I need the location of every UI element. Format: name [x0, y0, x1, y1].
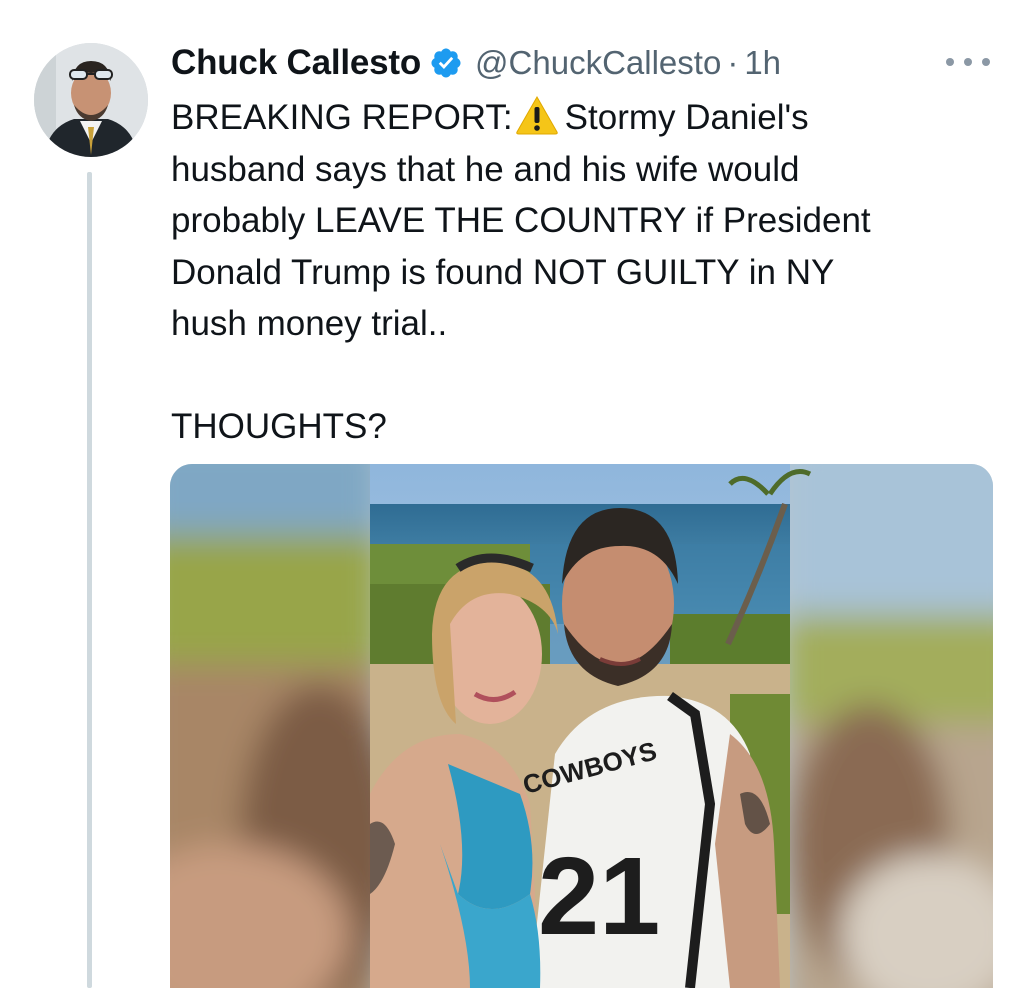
thread-line — [87, 172, 92, 988]
more-dot — [982, 58, 990, 66]
more-options-icon[interactable] — [946, 52, 990, 72]
jersey-number: 21 — [538, 835, 660, 958]
blurred-right-panel — [785, 464, 993, 988]
tweet-line-5: hush money trial.. — [171, 304, 448, 343]
tweet-line-1-rest: Stormy Daniel's — [564, 98, 809, 137]
more-dot — [964, 58, 972, 66]
couple-photo: COWBOYS 21 — [170, 464, 993, 988]
separator-dot: · — [727, 44, 739, 81]
tweet-line-3: probably LEAVE THE COUNTRY if President — [171, 201, 871, 240]
timestamp[interactable]: 1h — [744, 44, 781, 82]
tweet-line-6: THOUGHTS? — [171, 407, 387, 446]
tweet-line-2: husband says that he and his wife would — [171, 149, 800, 189]
tweet-text: BREAKING REPORT: Stormy Daniel's husband … — [171, 92, 991, 453]
tweet-media-photo[interactable]: COWBOYS 21 — [170, 464, 993, 988]
tweet-header: Chuck Callesto @ChuckCallesto · 1h — [171, 40, 781, 86]
author-name[interactable]: Chuck Callesto — [171, 43, 421, 83]
main-photo: COWBOYS 21 — [370, 464, 812, 988]
verified-badge-icon — [431, 48, 461, 78]
more-dot — [946, 58, 954, 66]
tweet-line-4: Donald Trump is found NOT GUILTY in NY — [171, 252, 835, 292]
breaking-label: BREAKING REPORT: — [171, 98, 513, 137]
avatar[interactable] — [34, 43, 148, 157]
tweet-line-1: BREAKING REPORT: Stormy Daniel's — [171, 92, 991, 144]
blurred-left-panel — [170, 464, 400, 988]
avatar-photo — [34, 43, 148, 157]
author-handle[interactable]: @ChuckCallesto — [475, 44, 721, 82]
tweet[interactable]: Chuck Callesto @ChuckCallesto · 1h BREAK… — [0, 0, 1024, 988]
warning-icon — [515, 95, 558, 135]
